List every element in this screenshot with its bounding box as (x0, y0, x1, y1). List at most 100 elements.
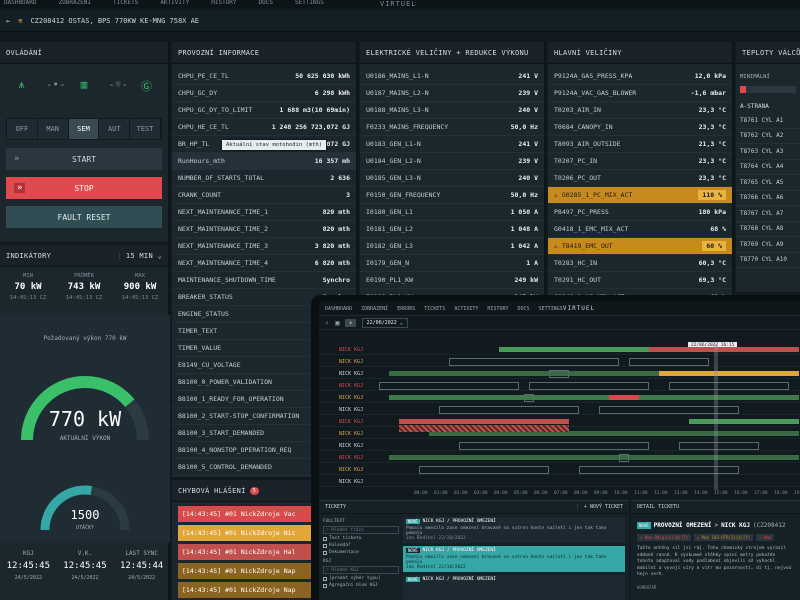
mode-man-button[interactable]: MAN (37, 119, 69, 139)
detail-chip[interactable]: ⚠ Max (756, 534, 775, 541)
row-value: 6 820 mth (314, 259, 350, 267)
timeline-row[interactable]: NICK KGJ (319, 440, 800, 451)
indicators-title: INDIKÁTORY (6, 251, 52, 260)
date-toolbar: ‹ ▣ › 22/06/2022 ⌄ (319, 316, 800, 330)
nav-item[interactable]: DASHBOARD (4, 0, 37, 6)
app-nav-item[interactable]: ZOBRAZENÍ (361, 306, 388, 312)
sync-item: KGJ 12:45:45 24/5/2022 (6, 550, 50, 581)
mode-sem-button[interactable]: SEM (68, 119, 100, 139)
filter-checkbox[interactable]: [prodat výběr typu] (323, 576, 399, 581)
timeline-row[interactable]: NICK KGJ (319, 464, 800, 475)
timeline-row[interactable]: NICK KGJ (319, 404, 800, 415)
ticket-item[interactable]: NOVÉ NICK KGJ / PROVOZNÍ OMEZENÍ Pomalu om… (403, 546, 625, 572)
timeline-event-box[interactable] (599, 405, 739, 414)
timeline-event-box[interactable] (529, 381, 649, 390)
timeline-event-box[interactable] (379, 381, 519, 390)
row-label: B8100_1_READY_FOR_OPERATION (178, 395, 284, 403)
row-label: TIMER_VALUE (178, 344, 222, 352)
stat-avg: PRŮMĚR 743 kW 14:45:13 CZ (65, 273, 103, 301)
timeline-row[interactable]: NICK KGJ (319, 356, 800, 367)
chevron-right-icon[interactable]: › (345, 318, 356, 327)
start-button[interactable]: » START (6, 148, 162, 170)
cylinder-row: T8768 CYL A8 (736, 222, 800, 237)
time-tick: 19:00 (794, 491, 800, 496)
nav-item[interactable]: ZOBRAZENÍ (59, 0, 92, 6)
timeline-event-box[interactable] (549, 369, 569, 378)
timeline-event-bar[interactable] (689, 419, 799, 424)
chevron-left-icon[interactable]: ‹ (325, 319, 329, 327)
app-nav-item[interactable]: TICKETS (424, 306, 445, 312)
row-label: U0186_MAINS_L1-N (366, 72, 429, 80)
back-arrow-icon[interactable]: ← (6, 17, 10, 25)
row-value: 3 820 mth (314, 242, 350, 250)
timeline-event-bar[interactable] (389, 395, 799, 400)
power-label: AKTUÁLNÍ VÝKON (59, 435, 111, 442)
timeline-row[interactable]: NICK KGJ (319, 392, 800, 403)
timeline-event-box[interactable] (669, 381, 789, 390)
filter-checkbox[interactable]: Text ticketu (323, 536, 399, 541)
tickets-title: TICKETY (325, 504, 347, 510)
nav-item[interactable]: TICKETS (113, 0, 138, 6)
nav-item[interactable]: DOCS (259, 0, 273, 6)
interval-select[interactable]: 15 MIN ⌄ (118, 251, 162, 260)
detail-chip[interactable]: ⚠ Max 90(g)(x)(0)(T) (637, 534, 692, 541)
app-nav-item[interactable]: DOCS (518, 306, 530, 312)
breadcrumb-text: CZ208412 OSTAS, BPS 770KW KE-MNG 758X AE (30, 16, 200, 25)
detail-chip[interactable]: ⚠ Max 103-PTR(3)(X)(Y) (694, 534, 754, 541)
timeline-row-label: NICK KGJ (339, 371, 364, 377)
app-nav-item[interactable]: ACTIVITY (454, 306, 478, 312)
mode-test-button[interactable]: TEST (130, 119, 161, 139)
timeline-event-box[interactable] (449, 357, 619, 366)
time-tick: 06:00 (534, 491, 548, 496)
timeline-event-box[interactable] (524, 393, 534, 402)
row-value: 239 V (518, 89, 538, 97)
timeline-event-box[interactable] (439, 405, 579, 414)
timeline-row[interactable]: NICK KGJ (319, 452, 800, 463)
fulltext-search-input[interactable]: ⌕ Hledat frázi (323, 526, 399, 534)
data-row: I0182_GEN_L3 1 042 A (360, 238, 544, 255)
kgj-search-input[interactable]: ⌕ Hledat KGJ (323, 566, 399, 574)
ticket-item[interactable]: NOVÉ NICK KGJ / PROVOZNÍ OMEZENÍ (403, 575, 625, 600)
requested-power: Požadovaný výkon 770 kW (43, 335, 127, 342)
timeline-event-box[interactable] (419, 465, 549, 474)
filter-checkbox[interactable]: Dokumentace (323, 550, 399, 555)
rpm-value: 1500 (70, 508, 100, 522)
time-tick: 03:00 (474, 491, 488, 496)
nav-item[interactable]: SETTINGS (295, 0, 324, 6)
date-select[interactable]: 22/06/2022 ⌄ (361, 317, 408, 328)
new-ticket-button[interactable]: + NOVÝ TICKET (576, 504, 623, 510)
timeline-row[interactable]: NICK KGJ (319, 344, 800, 355)
timeline-event-bar[interactable] (389, 455, 799, 460)
detail-heading: NOVÉ PROVOZNÍ OMEZENÍ > NICK KGJ (CZ2084… (637, 522, 786, 529)
hatched-event[interactable] (399, 425, 569, 432)
timeline-event-box[interactable] (679, 441, 759, 450)
row-value: 249 kW (514, 276, 538, 284)
timeline-event-bar[interactable] (649, 347, 799, 352)
app-nav-item[interactable]: HISTORY (487, 306, 508, 312)
data-row: P9124A_VAC_GAS_BLOWER -1,6 mbar (548, 85, 732, 102)
filter-checkbox[interactable]: Agregační blok KGJ (323, 583, 399, 588)
main-values-panel: HLAVNÍ VELIČINY P9124A_GAS_PRESS_KPA 12,0… (548, 42, 734, 340)
nav-item[interactable]: AKTIVITY (160, 0, 189, 6)
timeline-event-box[interactable] (629, 357, 709, 366)
row-value: 110 % (698, 190, 726, 200)
stop-button[interactable]: » STOP (6, 177, 162, 199)
timeline-app: DASHBOARD ZOBRAZENÍ ERRORS TICKETS ACTIVITY H… (319, 302, 800, 600)
nav-item[interactable]: HISTORY (211, 0, 236, 6)
filter-checkbox[interactable]: Kalendář (323, 543, 399, 548)
ticket-item[interactable]: NOVÉ NICK KGJ / PROVOZNÍ OMEZENÍ Pomalu om… (403, 517, 625, 543)
timeline-row[interactable]: NICK KGJ (319, 380, 800, 391)
timeline-row[interactable]: NICK KGJ (319, 368, 800, 379)
mode-aut-button[interactable]: AUT (99, 119, 131, 139)
app-nav-item[interactable]: DASHBOARD (325, 306, 352, 312)
timeline-event-bar[interactable] (609, 395, 639, 400)
timeline-event-box[interactable] (459, 441, 649, 450)
timeline-event-box[interactable] (619, 453, 629, 462)
timeline-event-bar[interactable] (399, 419, 569, 424)
fault-reset-button[interactable]: FAULT RESET (6, 206, 162, 228)
timeline-event-bar[interactable] (659, 371, 799, 376)
calendar-icon[interactable]: ▣ (335, 319, 339, 327)
app-nav-item[interactable]: ERRORS (397, 306, 415, 312)
mode-off-button[interactable]: OFF (7, 119, 38, 139)
timeline-row[interactable]: NICK KGJ (319, 476, 800, 487)
